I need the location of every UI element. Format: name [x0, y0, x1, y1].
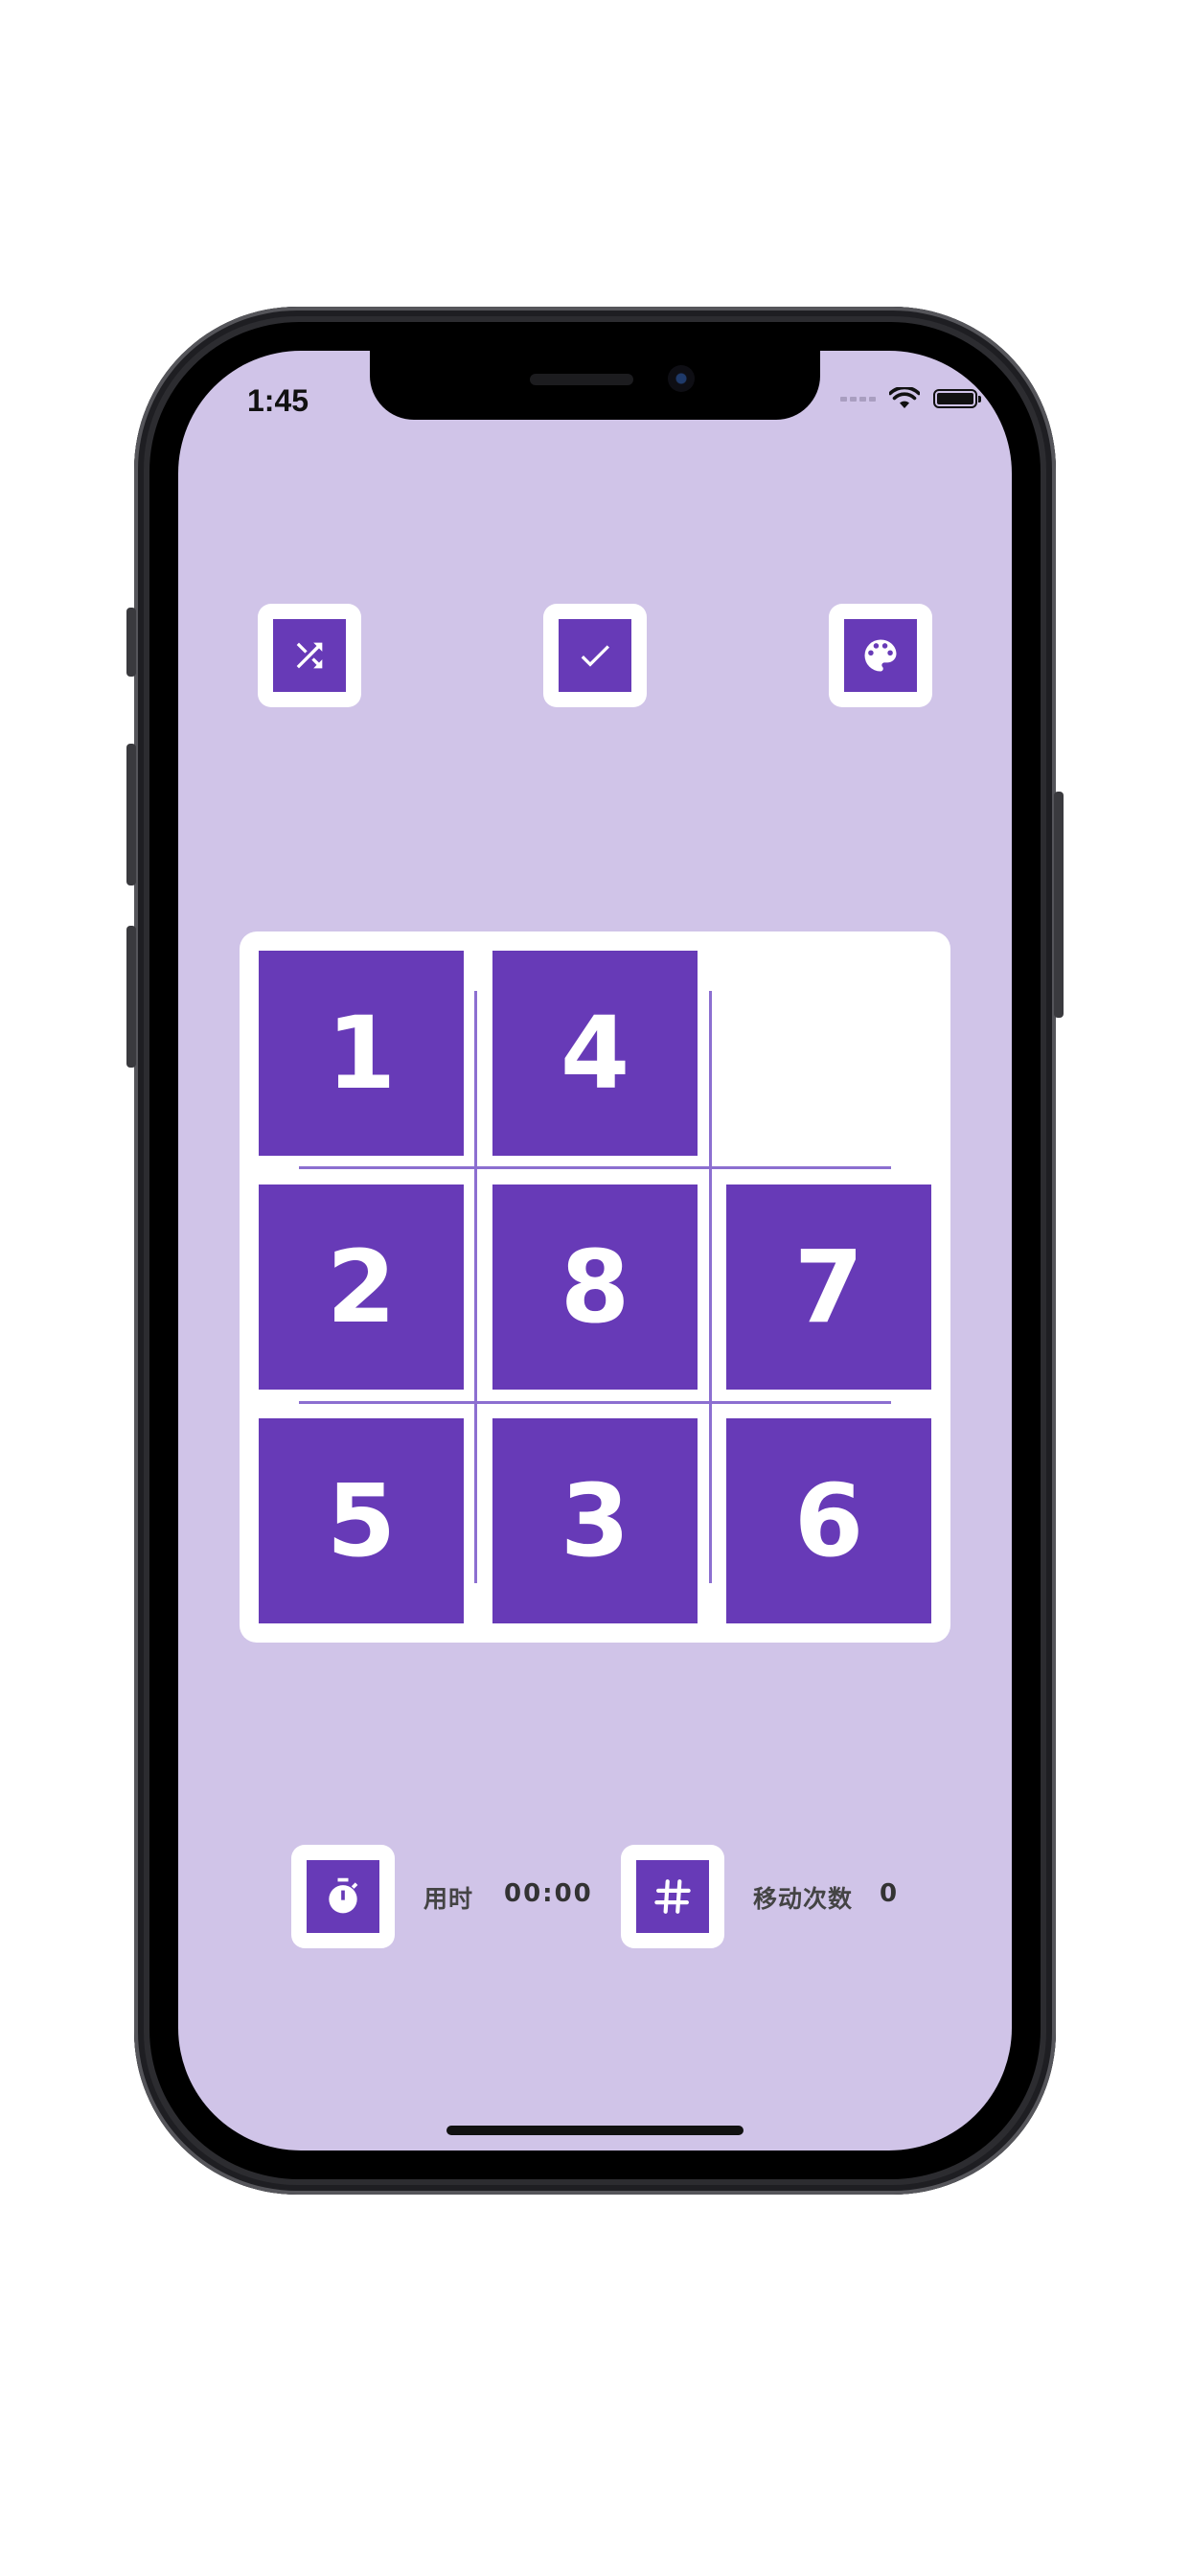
moves-label: 移动次数: [753, 1885, 854, 1913]
puzzle-tile[interactable]: 1: [259, 951, 464, 1156]
volume-down-button: [126, 926, 136, 1068]
wifi-icon: [889, 387, 920, 408]
moves-badge: [621, 1845, 724, 1948]
puzzle-tile[interactable]: 7: [726, 1184, 931, 1390]
silent-switch: [126, 608, 136, 677]
grid-line-vertical-1: [474, 991, 477, 1583]
power-button: [1054, 792, 1064, 1018]
speaker-grille: [530, 374, 633, 385]
shuffle-button[interactable]: [258, 604, 361, 707]
puzzle-tile[interactable]: 3: [492, 1418, 698, 1623]
status-time: 1:45: [247, 383, 309, 418]
home-indicator[interactable]: [446, 2126, 744, 2135]
hash-icon: [636, 1860, 709, 1933]
grid-line-vertical-2: [709, 991, 712, 1583]
palette-icon: [844, 619, 917, 692]
cellular-signal-icon: [840, 396, 876, 402]
check-icon: [559, 619, 631, 692]
stopwatch-icon: [307, 1860, 379, 1933]
puzzle-tile[interactable]: 6: [726, 1418, 931, 1623]
battery-icon: [933, 389, 981, 408]
palette-button[interactable]: [829, 604, 932, 707]
grid-line-horizontal-2: [299, 1401, 891, 1404]
shuffle-icon: [273, 619, 346, 692]
puzzle-tile[interactable]: 2: [259, 1184, 464, 1390]
puzzle-tile[interactable]: 5: [259, 1418, 464, 1623]
puzzle-tile[interactable]: 8: [492, 1184, 698, 1390]
notch: [370, 351, 820, 420]
time-value: 00:00: [504, 1879, 593, 1908]
check-button[interactable]: [543, 604, 647, 707]
puzzle-board: 1 4 2 8 7 5 3 6: [240, 932, 950, 1643]
status-indicators: [840, 387, 981, 410]
grid-line-horizontal-1: [299, 1166, 891, 1169]
moves-value: 0: [880, 1879, 900, 1908]
app-screen: 1:45 1 4 2 8 7 5 3 6 用时 00:00 移动次数 0: [178, 351, 1012, 2150]
front-camera: [668, 365, 695, 392]
puzzle-tile[interactable]: 4: [492, 951, 698, 1156]
volume-up-button: [126, 744, 136, 886]
timer-badge: [291, 1845, 395, 1948]
time-label: 用时: [423, 1885, 474, 1913]
